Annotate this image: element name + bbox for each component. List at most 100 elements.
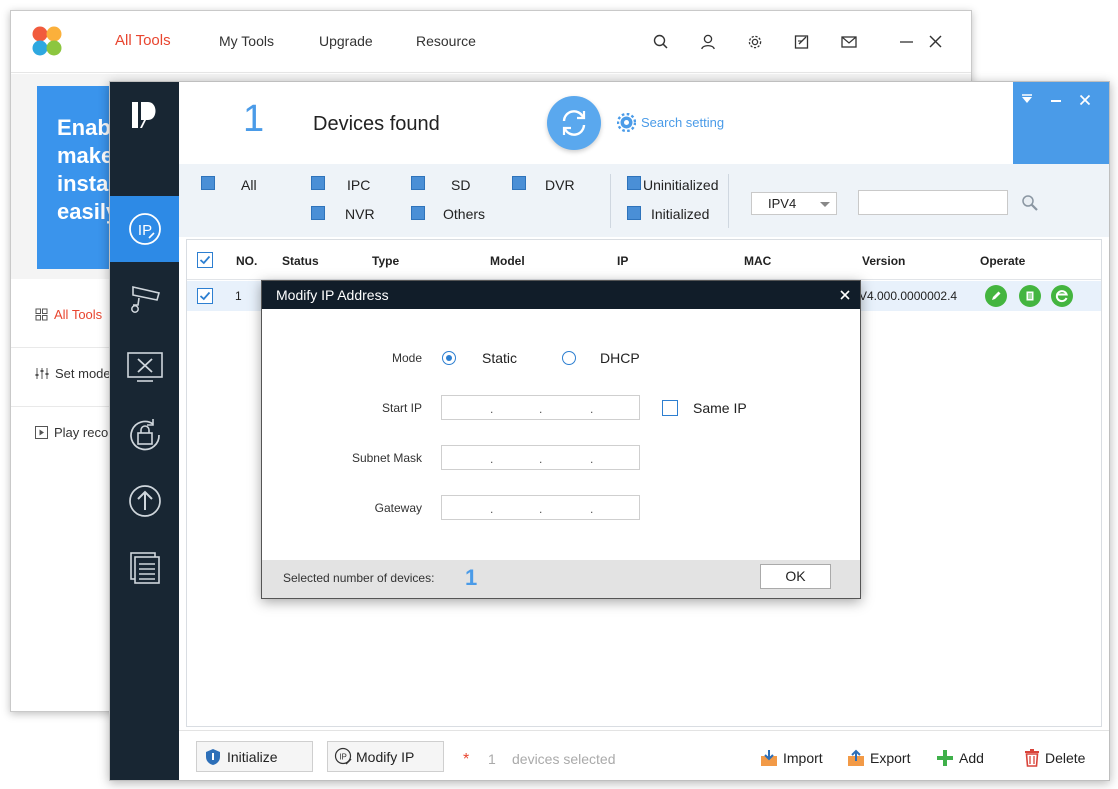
selected-devices-label: Selected number of devices:	[283, 571, 435, 585]
launcher-left-nav: All Tools Set mode Play reco	[11, 279, 111, 711]
sidebar-item-upgrade[interactable]	[110, 468, 179, 534]
filter-ipc-checkbox[interactable]	[311, 176, 325, 190]
ip-version-value: IPV4	[768, 196, 797, 211]
ip-version-select[interactable]: IPV4	[751, 192, 837, 215]
ip-dot: .	[590, 402, 594, 416]
row-number: 1	[235, 289, 242, 303]
ip-dot: .	[490, 402, 494, 416]
search-setting-link[interactable]: Search setting	[617, 113, 724, 132]
filter-uninitialized-checkbox[interactable]	[627, 176, 641, 190]
sidebar-item-ip[interactable]: IP	[110, 196, 179, 262]
close-icon[interactable]	[1079, 94, 1091, 106]
ip-icon: IP	[128, 213, 161, 245]
minimize-icon[interactable]	[1050, 94, 1062, 106]
static-label: Static	[482, 350, 518, 366]
gear-icon[interactable]	[746, 33, 764, 51]
refresh-button[interactable]	[547, 96, 601, 150]
checkmark-icon	[199, 291, 211, 301]
column-header[interactable]: Version	[862, 254, 905, 268]
filter-sd-checkbox[interactable]	[411, 176, 425, 190]
filter-ipc-label: IPC	[347, 177, 371, 193]
same-ip-checkbox[interactable]	[662, 400, 678, 416]
sidebar-item-camera[interactable]	[110, 265, 179, 331]
search-icon[interactable]	[652, 33, 670, 51]
filter-dvr-checkbox[interactable]	[512, 176, 526, 190]
start-ip-field[interactable]: . . .	[441, 395, 640, 420]
minimize-icon[interactable]	[898, 33, 916, 51]
delete-button[interactable]: Delete	[1024, 749, 1085, 767]
column-header[interactable]: Type	[372, 254, 399, 268]
search-input[interactable]	[858, 190, 1008, 215]
selected-text: devices selected	[512, 751, 616, 767]
close-icon[interactable]	[927, 33, 945, 51]
sidebar-item-tools[interactable]	[110, 334, 179, 400]
document-list-icon	[129, 552, 160, 584]
user-icon[interactable]	[699, 33, 717, 51]
nav-item-all-tools[interactable]: All Tools	[35, 307, 102, 322]
close-icon[interactable]	[838, 288, 852, 302]
device-count: 1	[243, 98, 265, 140]
add-button[interactable]: Add	[936, 749, 984, 767]
gateway-field[interactable]: . . .	[441, 495, 640, 520]
subnet-mask-field[interactable]: . . .	[441, 445, 640, 470]
document-icon	[1026, 291, 1034, 301]
column-header[interactable]: MAC	[744, 254, 771, 268]
search-icon[interactable]	[1021, 194, 1039, 212]
filter-all-label: All	[241, 177, 257, 193]
ip-dot: .	[539, 402, 543, 416]
play-icon	[35, 426, 48, 439]
nav-item-set-mode[interactable]: Set mode	[35, 366, 111, 381]
upload-icon	[128, 485, 161, 517]
header: 1 Devices found Search setting	[179, 82, 1109, 164]
edit-icon[interactable]	[793, 33, 811, 51]
filter-all-checkbox[interactable]	[201, 176, 215, 190]
chevron-down-icon	[820, 202, 830, 207]
nav-item-label: All Tools	[54, 307, 103, 322]
tab-all-tools[interactable]: All Tools	[115, 32, 171, 49]
export-button[interactable]: Export	[847, 749, 910, 767]
export-icon	[848, 749, 864, 766]
lock-refresh-icon	[129, 419, 160, 451]
static-radio[interactable]	[442, 351, 456, 365]
tab-resource[interactable]: Resource	[416, 33, 476, 49]
shield-icon	[206, 748, 220, 765]
dhcp-radio[interactable]	[562, 351, 576, 365]
edit-button[interactable]	[985, 285, 1007, 307]
gear-icon	[617, 113, 636, 132]
filter-dvr-label: DVR	[545, 177, 575, 193]
column-header[interactable]: NO.	[236, 254, 257, 268]
dialog-title-bar: Modify IP Address	[262, 281, 860, 309]
import-button[interactable]: Import	[760, 749, 823, 767]
filter-sd-label: SD	[451, 177, 471, 193]
initialize-button[interactable]: Initialize	[196, 741, 313, 772]
pencil-icon	[992, 291, 1001, 300]
sidebar-item-security[interactable]	[110, 402, 179, 468]
filter-initialized-label: Initialized	[651, 206, 710, 222]
column-header[interactable]: IP	[617, 254, 628, 268]
gateway-label: Gateway	[374, 501, 422, 515]
ip-dot: .	[590, 502, 594, 516]
import-label: Import	[783, 750, 823, 766]
web-button[interactable]	[1051, 285, 1073, 307]
modify-ip-button[interactable]: IP Modify IP	[327, 741, 444, 772]
column-header[interactable]: Operate	[980, 254, 1025, 268]
filter-nvr-label: NVR	[345, 206, 375, 222]
ok-button[interactable]: OK	[760, 564, 831, 589]
start-ip-label: Start IP	[381, 401, 422, 415]
row-checkbox[interactable]	[197, 288, 213, 304]
column-header[interactable]: Model	[490, 254, 525, 268]
ip-dot: .	[539, 452, 543, 466]
filter-others-checkbox[interactable]	[411, 206, 425, 220]
sidebar-item-docs[interactable]	[110, 535, 179, 601]
menu-icon[interactable]	[1021, 94, 1033, 106]
column-header[interactable]: Status	[282, 254, 319, 268]
table-header: NO. Status Type Model IP MAC Version Ope…	[187, 240, 1101, 280]
nav-item-play-record[interactable]: Play reco	[35, 425, 108, 440]
tab-my-tools[interactable]: My Tools	[219, 33, 274, 49]
tab-upgrade[interactable]: Upgrade	[319, 33, 373, 49]
details-button[interactable]	[1019, 285, 1041, 307]
filter-initialized-checkbox[interactable]	[627, 206, 641, 220]
mail-icon[interactable]	[840, 33, 858, 51]
select-all-checkbox[interactable]	[197, 252, 213, 268]
filter-nvr-checkbox[interactable]	[311, 206, 325, 220]
